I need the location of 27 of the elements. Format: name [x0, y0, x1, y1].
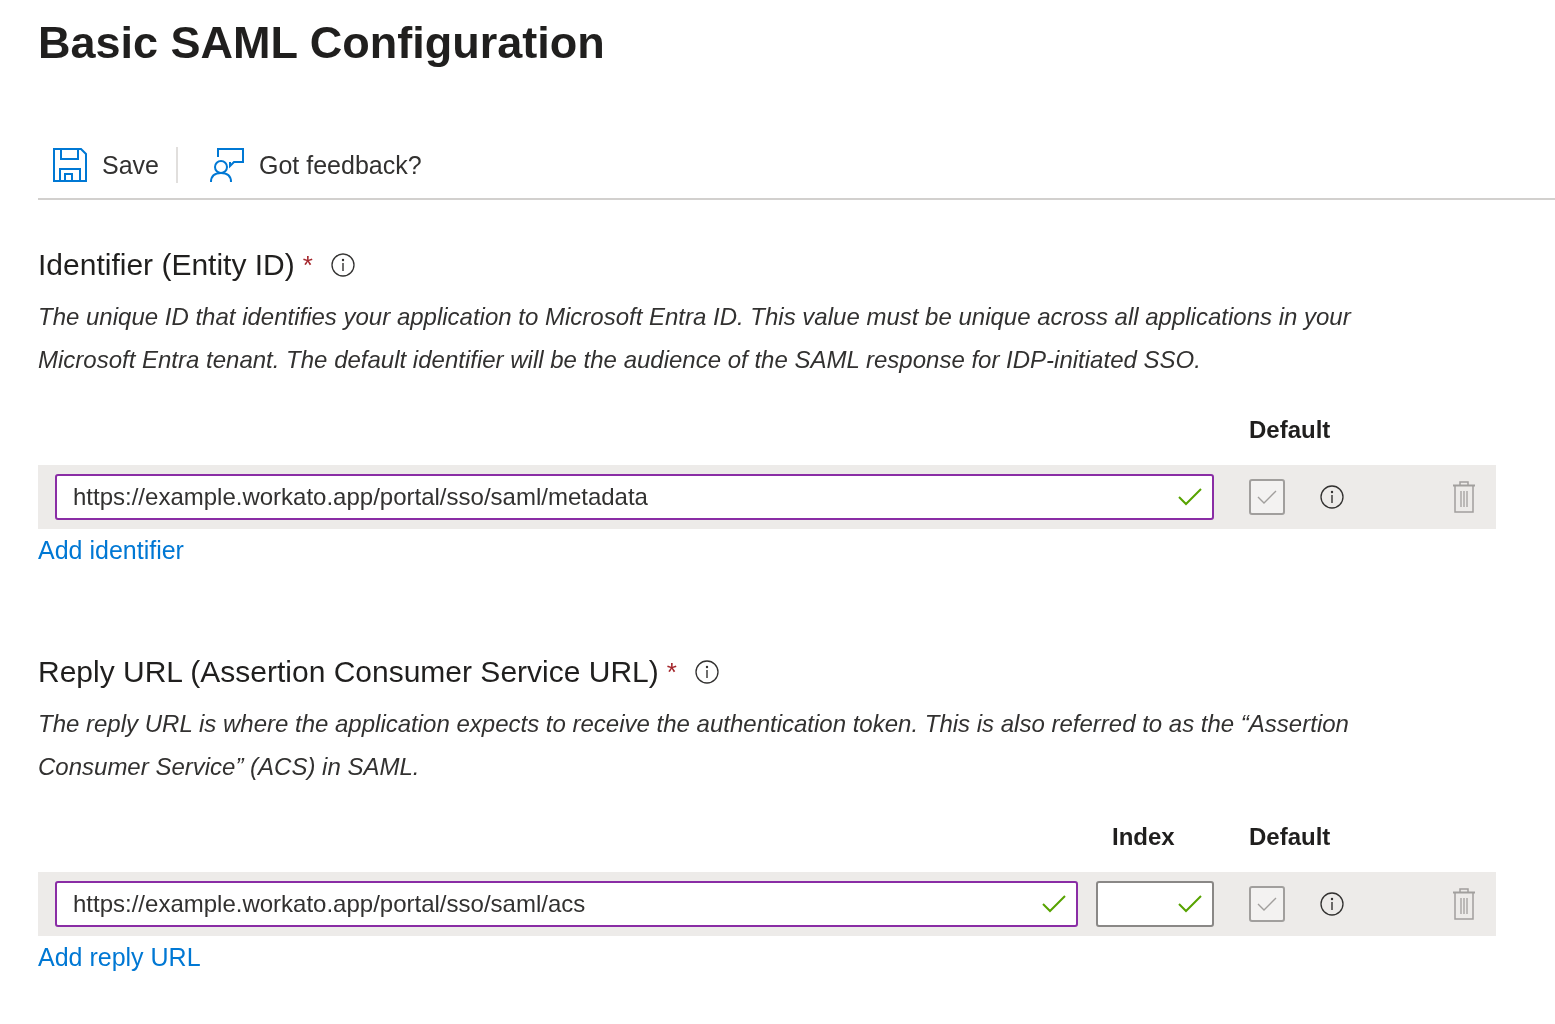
section-heading: Reply URL (Assertion Consumer Service URL) — [38, 654, 659, 690]
info-icon[interactable] — [1320, 892, 1344, 916]
add-link[interactable]: Add reply URL — [38, 942, 201, 972]
section-description: The reply URL is where the application expects to receive the authentication token. This is also referred to as the “Assertion Consumer Service” (ACS) in SAML. — [38, 709, 1350, 782]
feedback-button[interactable]: Got feedback? — [195, 140, 437, 190]
person-chat-icon — [210, 148, 244, 182]
url-input[interactable]: https://example.workato.app/portal/sso/saml/acs — [55, 881, 1078, 927]
url-input[interactable]: https://example.workato.app/portal/sso/saml/metadata — [55, 474, 1214, 520]
trash-icon[interactable] — [1452, 888, 1476, 920]
page-title: Basic SAML Configuration — [38, 18, 605, 68]
column-header: Index — [1112, 823, 1175, 850]
info-icon[interactable] — [694, 660, 719, 684]
tick-icon — [1257, 897, 1277, 911]
required-mark: * — [666, 656, 677, 689]
info-icon[interactable] — [330, 253, 355, 277]
column-header: Default — [1249, 823, 1331, 850]
column-header: Default — [1249, 416, 1331, 443]
add-link[interactable]: Add identifier — [38, 535, 184, 565]
save-icon — [53, 148, 87, 182]
section-description: The unique ID that identifies your application to Microsoft Entra ID. This value must be unique across all applications in your Microsoft Entra tenant. The default identifier will be the audience of the SAML response for IDP-initiated SSO. — [38, 302, 1353, 375]
save-button[interactable]: Save — [38, 140, 174, 190]
tick-icon — [1257, 490, 1277, 504]
required-mark: * — [302, 249, 313, 282]
section-heading: Identifier (Entity ID) — [38, 247, 295, 283]
info-icon[interactable] — [1320, 485, 1344, 509]
trash-icon[interactable] — [1452, 481, 1476, 513]
index-input[interactable] — [1096, 881, 1214, 927]
